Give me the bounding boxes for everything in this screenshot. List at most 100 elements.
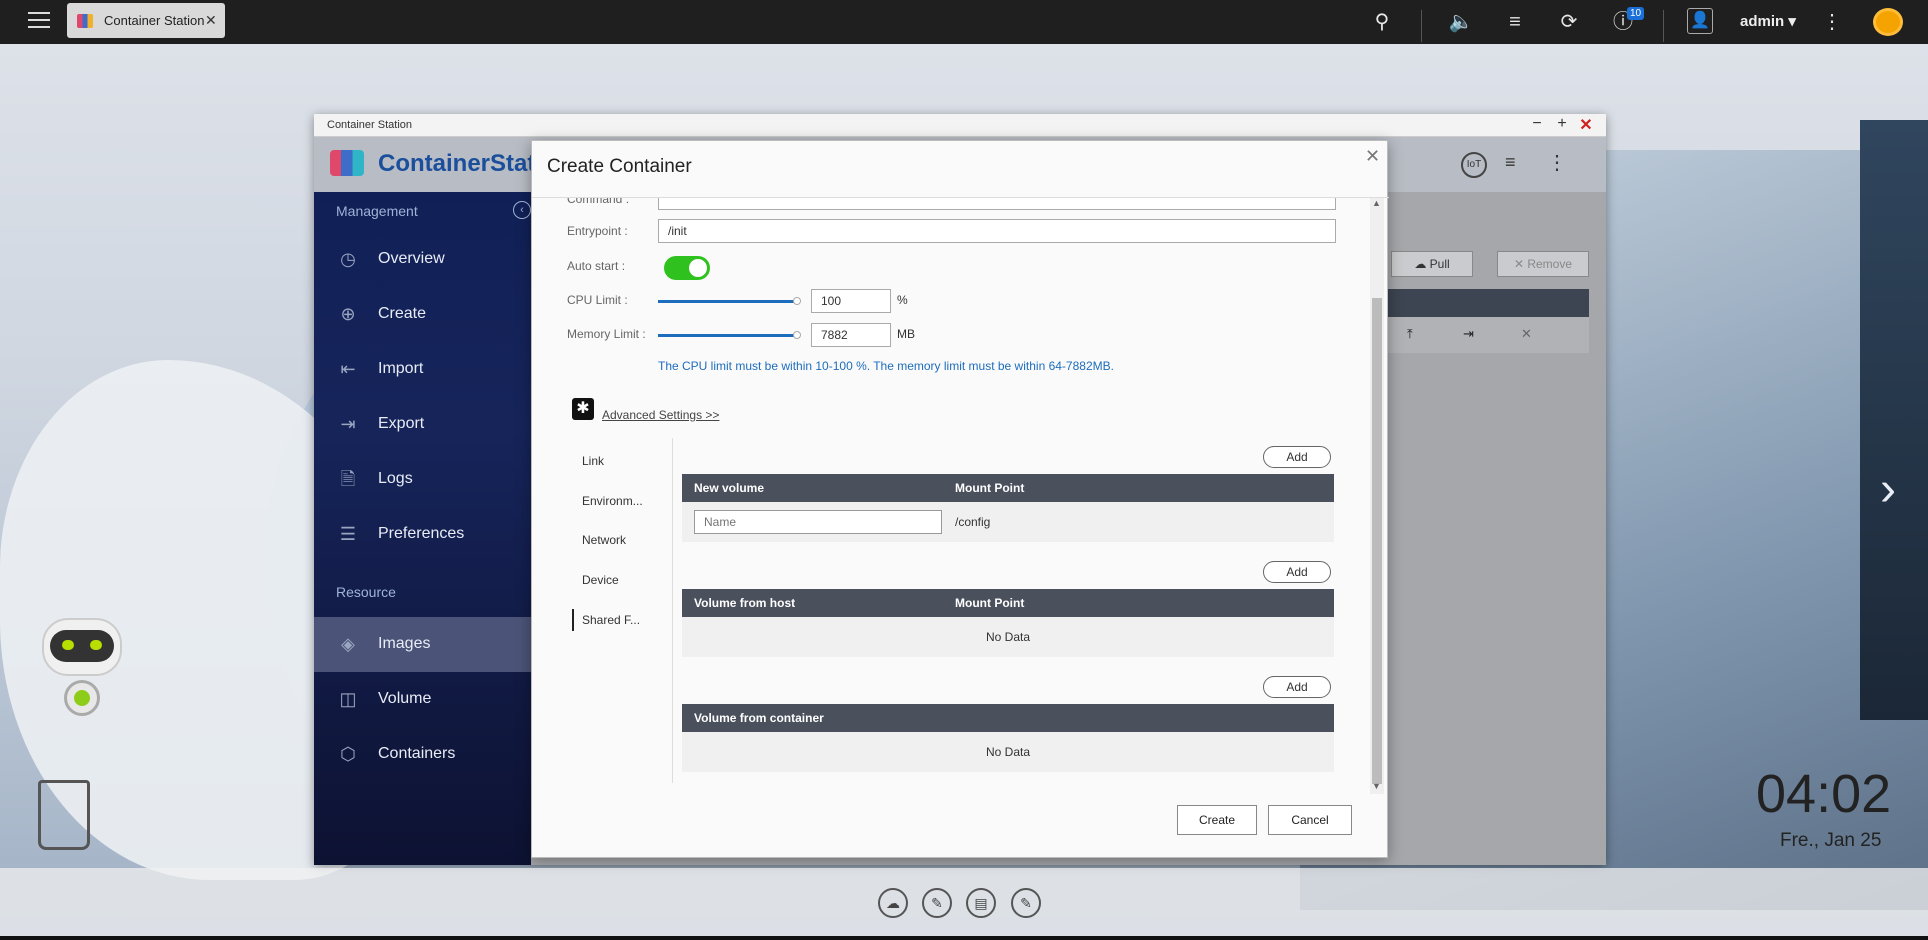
cpu-input[interactable]: 100 xyxy=(811,289,891,313)
sidebar-item-label: Create xyxy=(378,305,427,322)
scrollbar[interactable]: ▲ ▼ xyxy=(1370,198,1384,794)
trash-icon[interactable] xyxy=(38,780,90,850)
tasks-icon[interactable]: ≡ xyxy=(1505,152,1516,173)
brand-name: ContainerStati xyxy=(378,150,543,177)
tab-label: Container Station xyxy=(104,13,205,28)
scrollbar-thumb[interactable] xyxy=(1372,298,1382,784)
command-input[interactable] xyxy=(658,198,1336,210)
memory-unit: MB xyxy=(897,327,915,341)
subnav-device[interactable]: Device xyxy=(582,573,619,587)
cpu-limit-label: CPU Limit : xyxy=(567,293,628,307)
limit-note: The CPU limit must be within 10-100 %. T… xyxy=(658,359,1114,373)
create-container-dialog: Create Container ✕ Command : Entrypoint … xyxy=(531,140,1389,858)
close-icon[interactable]: ✕ xyxy=(1365,146,1380,167)
sidebar: ContainerStati Management ‹ ◷ Overview ⊕… xyxy=(314,137,542,865)
sidebar-item-label: Logs xyxy=(378,470,413,487)
volume-icon[interactable]: 🔈 xyxy=(1447,8,1475,36)
notes-icon[interactable]: ✎ xyxy=(1011,888,1041,918)
section-resource: Resource xyxy=(336,584,396,600)
add-new-volume-button[interactable]: Add xyxy=(1263,446,1331,468)
chevron-right-icon[interactable]: › xyxy=(1880,462,1896,517)
subnav-shared-folders[interactable]: Shared F... xyxy=(582,613,640,627)
collapse-icon[interactable]: ‹ xyxy=(513,201,531,219)
user-avatar-icon[interactable]: 👤 xyxy=(1687,8,1713,34)
divider xyxy=(672,438,673,783)
sidebar-item-preferences[interactable]: ☰ Preferences xyxy=(314,507,531,562)
remove-button[interactable]: ✕ Remove xyxy=(1497,251,1589,277)
column-header: Volume from container xyxy=(694,711,824,725)
sidebar-item-label: Export xyxy=(378,415,425,432)
delete-icon[interactable]: ✕ xyxy=(1521,326,1532,342)
bottom-dock xyxy=(0,868,1928,936)
memory-input[interactable]: 7882 xyxy=(811,323,891,347)
user-menu[interactable]: admin ▾ xyxy=(1740,12,1796,30)
autostart-toggle[interactable] xyxy=(664,256,710,280)
robot-light xyxy=(74,690,90,706)
more-options-icon[interactable]: ⋮ xyxy=(1547,150,1567,175)
more-options-icon[interactable]: ⋮ xyxy=(1818,8,1846,36)
active-indicator xyxy=(572,609,574,631)
robot-face xyxy=(50,630,114,662)
dashboard-icon[interactable] xyxy=(1873,8,1903,36)
scroll-down-icon[interactable]: ▼ xyxy=(1372,781,1381,791)
subnav-environment[interactable]: Environm... xyxy=(582,494,643,508)
remove-label: Remove xyxy=(1527,257,1573,271)
mount-point-value: /config xyxy=(955,515,991,529)
new-volume-header: New volume Mount Point xyxy=(682,474,1334,502)
open-icon[interactable]: ⇥ xyxy=(1463,326,1474,342)
sidebar-item-import[interactable]: ⇤ Import xyxy=(314,342,531,397)
window-title: Container Station xyxy=(327,119,412,131)
column-header: New volume xyxy=(694,481,765,495)
upload-icon[interactable]: ⤒ xyxy=(1407,326,1413,342)
subnav-link[interactable]: Link xyxy=(582,454,604,468)
sidebar-item-label: Images xyxy=(378,635,431,652)
menu-icon[interactable] xyxy=(28,9,50,28)
no-data-text: No Data xyxy=(985,745,1031,759)
robot-eye xyxy=(90,640,102,650)
sidebar-item-overview[interactable]: ◷ Overview xyxy=(314,232,531,287)
sidebar-item-volume[interactable]: ◫ Volume xyxy=(314,672,531,727)
close-window-icon[interactable]: ✕ xyxy=(1576,115,1596,135)
search-icon[interactable]: ⚲ xyxy=(1368,8,1396,36)
sidebar-item-logs[interactable]: 🗎 Logs xyxy=(314,452,531,507)
entrypoint-input[interactable]: /init xyxy=(658,219,1336,243)
cancel-button[interactable]: Cancel xyxy=(1268,805,1352,835)
containers-icon: ⬡ xyxy=(340,744,356,764)
advanced-settings-link[interactable]: Advanced Settings >> xyxy=(602,408,719,422)
tasks-icon[interactable]: ≡ xyxy=(1501,8,1529,36)
create-button[interactable]: Create xyxy=(1177,805,1257,835)
assistant-robot-icon[interactable] xyxy=(36,618,126,738)
tools-icon[interactable]: ✎ xyxy=(922,888,952,918)
cpu-slider[interactable] xyxy=(658,300,798,303)
command-label: Command : xyxy=(567,198,630,206)
sidebar-item-export[interactable]: ⇥ Export xyxy=(314,397,531,452)
volume-name-input[interactable] xyxy=(694,510,942,534)
sidebar-item-images[interactable]: ◈ Images xyxy=(314,617,531,672)
pull-button[interactable]: ☁ Pull xyxy=(1391,251,1473,277)
book-icon[interactable]: ▤ xyxy=(966,888,996,918)
sync-icon[interactable]: ⟳ xyxy=(1555,8,1583,36)
sidebar-item-containers[interactable]: ⬡ Containers xyxy=(314,727,531,782)
add-host-volume-button[interactable]: Add xyxy=(1263,561,1331,583)
cpu-unit: % xyxy=(897,293,908,307)
section-management: Management xyxy=(336,203,418,219)
cloud-icon[interactable]: ☁ xyxy=(878,888,908,918)
close-tab-icon[interactable]: ✕ xyxy=(205,12,217,29)
table-row: No Data xyxy=(682,617,1334,657)
scroll-up-icon[interactable]: ▲ xyxy=(1372,198,1381,208)
gear-icon: ✱ xyxy=(572,398,594,420)
memory-slider-handle[interactable] xyxy=(793,331,801,339)
sidebar-item-create[interactable]: ⊕ Create xyxy=(314,287,531,342)
container-station-logo xyxy=(330,150,364,176)
add-container-volume-button[interactable]: Add xyxy=(1263,676,1331,698)
column-header: Mount Point xyxy=(955,481,1025,495)
cpu-slider-handle[interactable] xyxy=(793,297,801,305)
subnav-network[interactable]: Network xyxy=(582,533,626,547)
maximize-icon[interactable]: + xyxy=(1552,115,1572,133)
tab-container-station[interactable]: Container Station ✕ xyxy=(67,3,225,38)
pull-label: Pull xyxy=(1429,257,1450,271)
memory-slider[interactable] xyxy=(658,334,798,337)
iot-icon[interactable]: IoT xyxy=(1461,152,1487,178)
minimize-icon[interactable]: − xyxy=(1527,115,1547,133)
memory-limit-label: Memory Limit : xyxy=(567,327,646,341)
